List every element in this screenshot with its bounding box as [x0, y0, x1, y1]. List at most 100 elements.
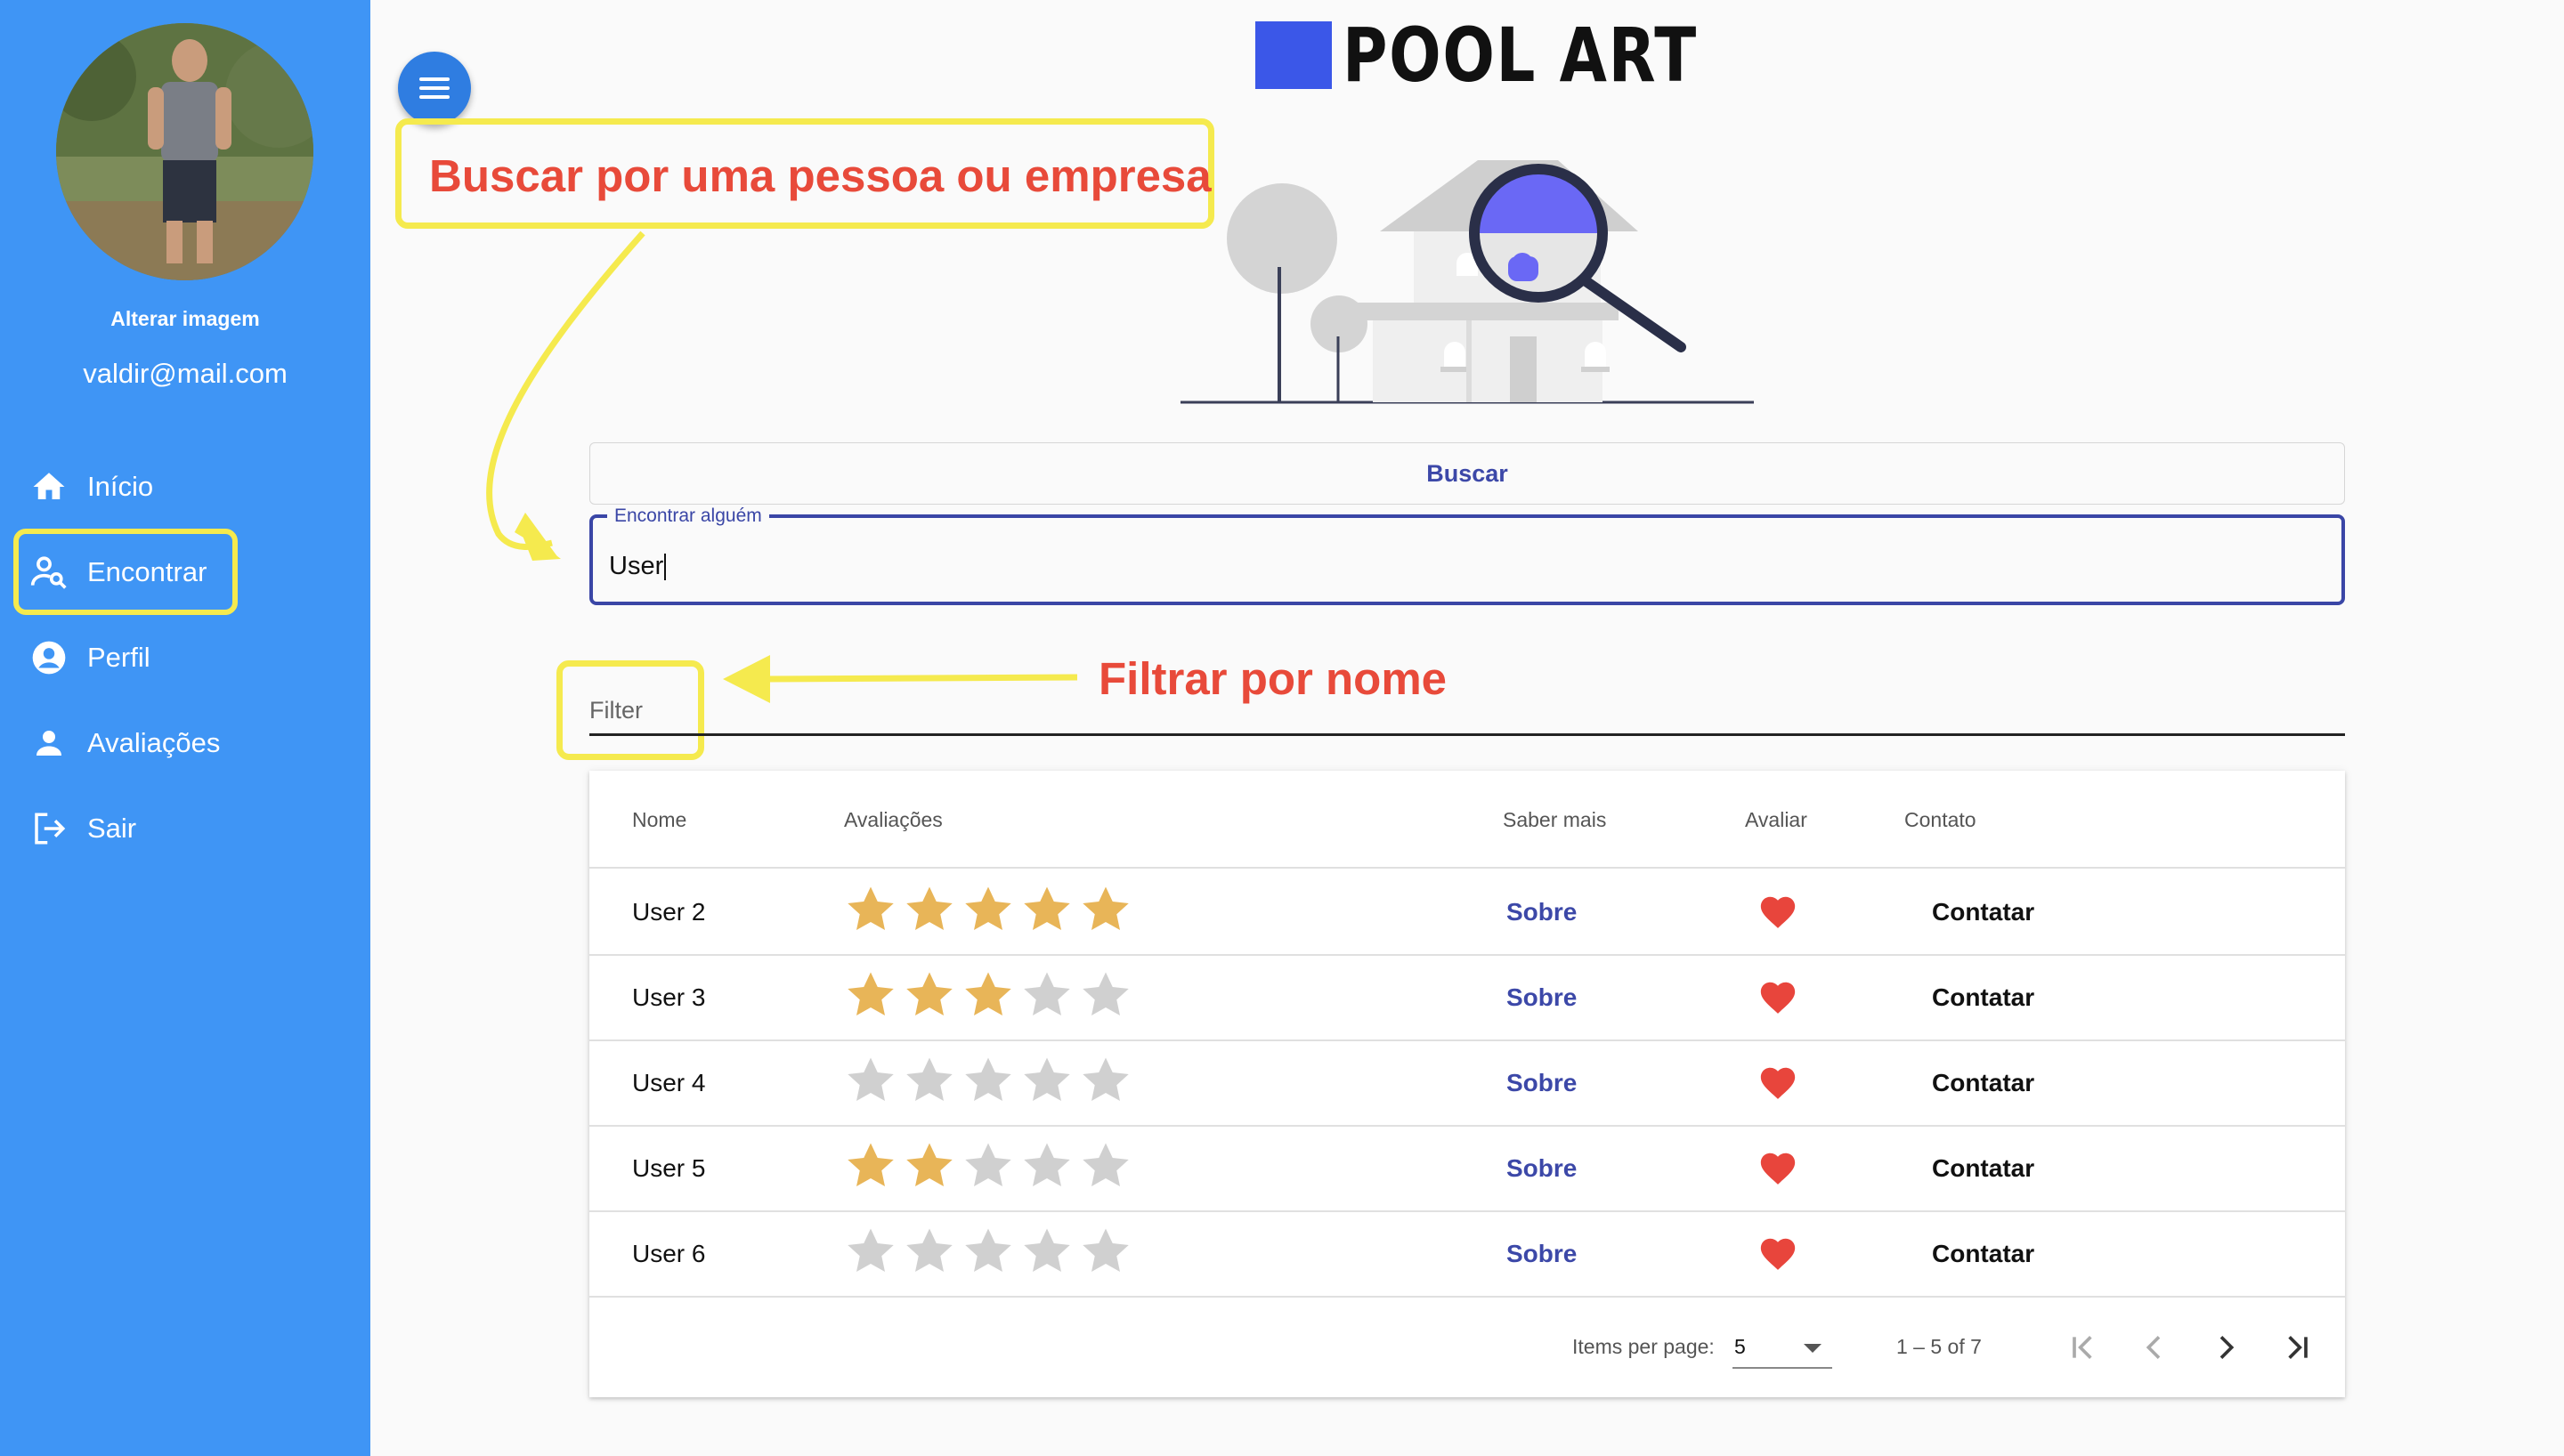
contact-button[interactable]: Contatar [1932, 870, 2034, 954]
previous-page-button[interactable] [2131, 1324, 2178, 1371]
star-filled-icon[interactable] [903, 968, 956, 1028]
star-filled-icon[interactable] [1079, 883, 1132, 942]
table-row: User 6 Sobre Contatar [589, 1212, 2345, 1298]
about-link[interactable]: Sobre [1506, 1127, 1577, 1210]
user-name: User 5 [632, 1154, 706, 1182]
heart-icon[interactable] [1757, 1212, 1798, 1296]
star-empty-icon[interactable] [1020, 1139, 1074, 1199]
star-empty-icon[interactable] [903, 1225, 956, 1284]
sidebar-item-label: Início [87, 471, 154, 502]
menu-button[interactable] [398, 52, 471, 125]
last-page-button[interactable] [2274, 1324, 2320, 1371]
search-button[interactable]: Buscar [589, 442, 2345, 505]
results-table: Nome Avaliações Saber mais Avaliar Conta… [589, 771, 2345, 1397]
logo-text: POOL ART [1343, 12, 1698, 99]
user-name: User 4 [632, 1069, 706, 1096]
filter-underline [589, 733, 2345, 736]
table-row: User 4 Sobre Contatar [589, 1041, 2345, 1127]
table-row: User 3 Sobre Contatar [589, 956, 2345, 1041]
about-link[interactable]: Sobre [1506, 1212, 1577, 1296]
star-empty-icon[interactable] [1020, 968, 1074, 1028]
account-circle-icon [28, 637, 69, 678]
about-link[interactable]: Sobre [1506, 956, 1577, 1039]
star-empty-icon[interactable] [1079, 1054, 1132, 1113]
search-field[interactable]: Encontrar alguém User [589, 506, 2345, 605]
page-range-label: 1 – 5 of 7 [1896, 1335, 1982, 1358]
header-saber-mais[interactable]: Saber mais [1503, 808, 1606, 832]
heart-icon[interactable] [1757, 956, 1798, 1039]
star-empty-icon[interactable] [961, 1139, 1015, 1199]
filter-input[interactable]: Filter [589, 697, 643, 724]
star-filled-icon[interactable] [903, 1139, 956, 1199]
first-page-button[interactable] [2060, 1324, 2106, 1371]
star-empty-icon[interactable] [844, 1054, 897, 1113]
logout-icon [28, 808, 69, 849]
chevron-left-icon [2146, 1336, 2161, 1359]
star-rating[interactable] [844, 1225, 1132, 1284]
search-field-label: Encontrar alguém [607, 506, 769, 527]
sidebar: Alterar imagem valdir@mail.com Início En… [0, 0, 370, 1456]
sidebar-item-avaliacoes[interactable]: Avaliações [16, 703, 345, 783]
star-empty-icon[interactable] [1079, 1139, 1132, 1199]
sidebar-item-sair[interactable]: Sair [16, 789, 345, 869]
star-filled-icon[interactable] [903, 883, 956, 942]
avatar[interactable] [56, 23, 313, 280]
user-email: valdir@mail.com [83, 358, 288, 389]
star-empty-icon[interactable] [1020, 1054, 1074, 1113]
heart-icon[interactable] [1757, 1041, 1798, 1125]
table-row: User 2 Sobre Contatar [589, 870, 2345, 956]
user-name: User 3 [632, 983, 706, 1011]
search-input-value: User [609, 552, 664, 580]
header-avaliar[interactable]: Avaliar [1745, 808, 1807, 832]
star-rating[interactable] [844, 968, 1132, 1028]
heart-icon[interactable] [1757, 1127, 1798, 1210]
search-input[interactable]: User [609, 552, 667, 581]
contact-button[interactable]: Contatar [1932, 1127, 2034, 1210]
header-avaliacoes[interactable]: Avaliações [844, 808, 943, 832]
sidebar-item-label: Perfil [87, 642, 150, 673]
menu-icon [419, 77, 450, 81]
star-empty-icon[interactable] [903, 1054, 956, 1113]
paginator: Items per page: 5 1 – 5 of 7 [589, 1299, 2345, 1397]
star-rating[interactable] [844, 883, 1132, 942]
contact-button[interactable]: Contatar [1932, 956, 2034, 1039]
sidebar-item-perfil[interactable]: Perfil [16, 618, 345, 698]
contact-button[interactable]: Contatar [1932, 1212, 2034, 1296]
next-page-button[interactable] [2203, 1324, 2249, 1371]
star-filled-icon[interactable] [961, 883, 1015, 942]
heart-icon[interactable] [1757, 870, 1798, 954]
filter-hint-text: Filtrar por nome [1099, 653, 1448, 704]
star-empty-icon[interactable] [961, 1225, 1015, 1284]
avatar-photo [56, 23, 313, 280]
logo-mark [1255, 21, 1332, 89]
star-rating[interactable] [844, 1054, 1132, 1113]
person-icon [28, 723, 69, 764]
star-filled-icon[interactable] [844, 1139, 897, 1199]
header-nome[interactable]: Nome [632, 808, 686, 832]
change-image-link[interactable]: Alterar imagem [0, 307, 370, 331]
star-empty-icon[interactable] [844, 1225, 897, 1284]
user-name: User 6 [632, 1240, 706, 1267]
star-filled-icon[interactable] [844, 968, 897, 1028]
table-header: Nome Avaliações Saber mais Avaliar Conta… [589, 771, 2345, 869]
header-contato[interactable]: Contato [1904, 808, 1976, 832]
star-filled-icon[interactable] [961, 968, 1015, 1028]
page-size-value: 5 [1734, 1335, 1746, 1358]
about-link[interactable]: Sobre [1506, 870, 1577, 954]
chevron-right-icon [2219, 1336, 2235, 1359]
star-empty-icon[interactable] [961, 1054, 1015, 1113]
sidebar-item-inicio[interactable]: Início [16, 447, 345, 527]
contact-button[interactable]: Contatar [1932, 1041, 2034, 1125]
star-empty-icon[interactable] [1079, 1225, 1132, 1284]
star-empty-icon[interactable] [1020, 1225, 1074, 1284]
text-caret [664, 554, 667, 581]
house-search-illustration [1175, 133, 1763, 414]
about-link[interactable]: Sobre [1506, 1041, 1577, 1125]
page-size-select[interactable]: 5 [1732, 1326, 1832, 1369]
star-rating[interactable] [844, 1139, 1132, 1199]
user-name: User 2 [632, 898, 706, 926]
first-page-icon [2073, 1336, 2092, 1359]
star-empty-icon[interactable] [1079, 968, 1132, 1028]
star-filled-icon[interactable] [1020, 883, 1074, 942]
star-filled-icon[interactable] [844, 883, 897, 942]
